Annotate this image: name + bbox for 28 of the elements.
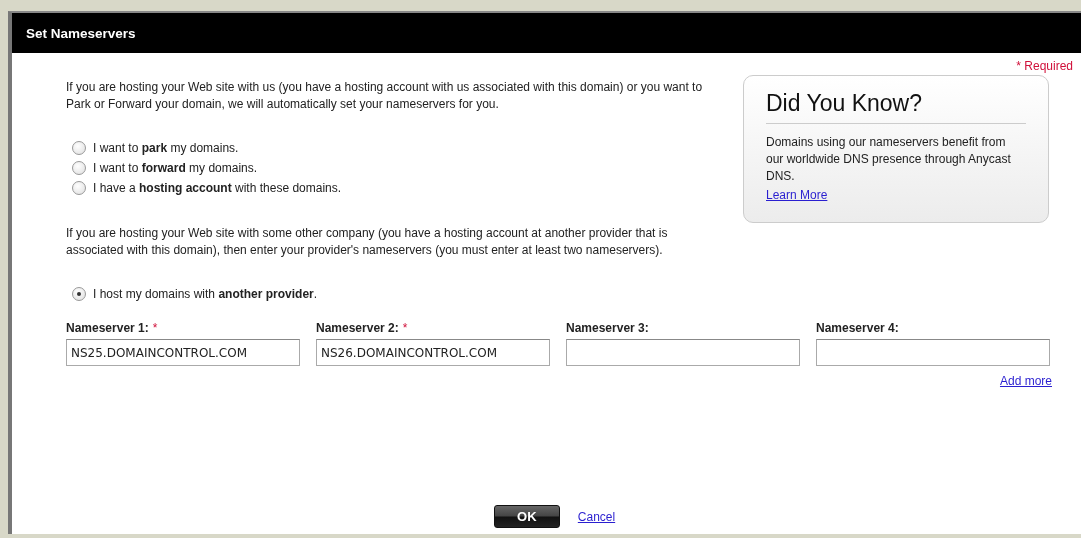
required-mark: *	[402, 321, 408, 335]
radio-button[interactable]	[72, 287, 86, 301]
add-more-link[interactable]: Add more	[999, 374, 1052, 388]
cancel-link[interactable]: Cancel	[577, 509, 616, 524]
radio-button[interactable]	[72, 161, 86, 175]
field-label: Nameserver 4:	[816, 321, 899, 335]
option-label: I host my domains with another provider.	[93, 287, 318, 301]
required-note: * Required	[1016, 59, 1073, 75]
other-provider-text: If you are hosting your Web site with some other company (you have a hosting account at another provider that is associated with this domain), then enter your provider's nameservers (you must enter at least two nameservers).	[66, 225, 669, 259]
info-title: Did You Know?	[766, 90, 1026, 124]
required-mark: *	[152, 321, 158, 335]
radio-button[interactable]	[72, 181, 86, 195]
info-text: Domains using our nameservers benefit from our worldwide DNS presence through Anycast DNS.	[766, 134, 1012, 185]
radio-button[interactable]	[72, 141, 86, 155]
option-label: I have a hosting account with these domains.	[93, 181, 342, 195]
option-label: I want to park my domains.	[93, 141, 239, 155]
nameserver-field[interactable]: NS26.DOMAINCONTROL.COM	[316, 339, 550, 366]
nameserver-field[interactable]	[816, 339, 1050, 366]
dialog-title: Set Nameservers	[26, 25, 136, 41]
field-label: Nameserver 3:	[566, 321, 649, 335]
learn-more-link[interactable]: Learn More	[766, 188, 828, 202]
intro-text: If you are hosting your Web site with us (you have a hosting account with us associated with this domain) or you want to Park or Forward your domain, we will automatically set your nameservers for you.	[66, 79, 704, 113]
option-label: I want to forward my domains.	[93, 161, 258, 175]
field-label: Nameserver 1:	[66, 321, 149, 335]
nameserver-field[interactable]	[566, 339, 800, 366]
ok-button[interactable]: OK	[493, 505, 560, 528]
field-label: Nameserver 2:	[316, 321, 399, 335]
nameserver-field[interactable]: NS25.DOMAINCONTROL.COM	[66, 339, 300, 366]
